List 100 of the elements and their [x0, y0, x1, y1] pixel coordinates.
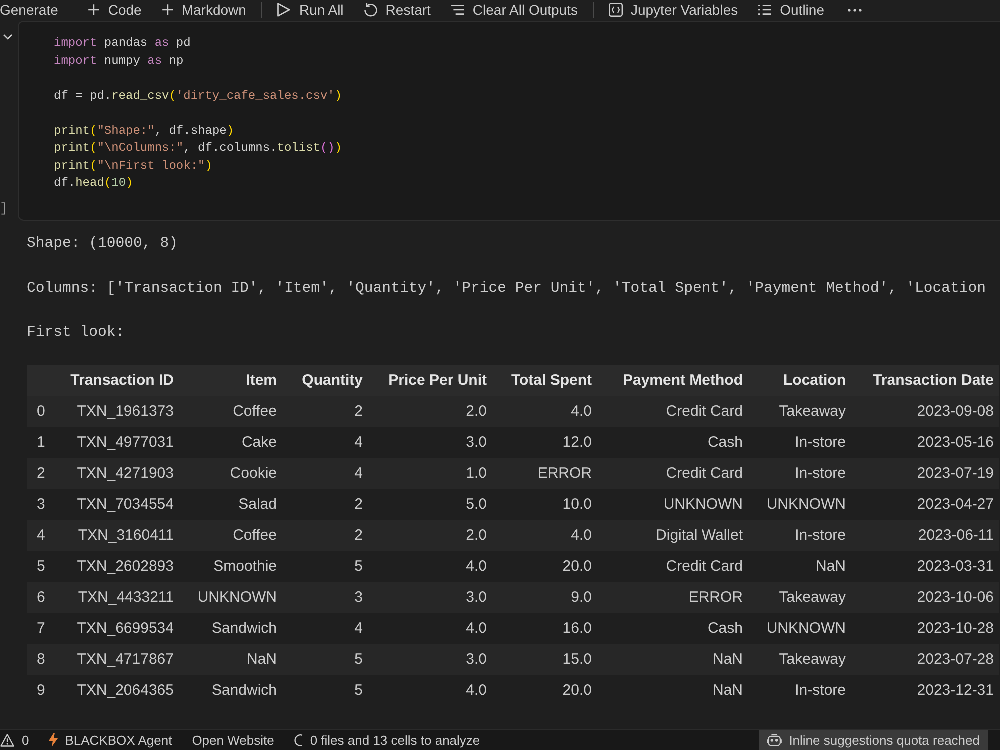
table-cell: 2.0 — [368, 520, 492, 552]
chevron-down-icon[interactable] — [3, 34, 13, 40]
table-cell: 4.0 — [368, 551, 492, 582]
table-cell: 20.0 — [492, 551, 597, 582]
problems-status-item[interactable]: 0 — [0, 730, 38, 750]
table-cell: Sandwich — [179, 613, 282, 644]
table-cell: 2023-10-28 — [851, 613, 999, 644]
table-cell: 2023-10-06 — [851, 582, 999, 614]
play-icon — [277, 3, 292, 17]
table-cell: Takeaway — [748, 396, 851, 428]
code-line: import numpy as np — [54, 52, 184, 70]
run-all-button[interactable]: Run All — [267, 0, 354, 20]
table-cell: 3 — [282, 582, 368, 614]
table-cell: 2023-07-19 — [851, 458, 999, 490]
restart-button[interactable]: Restart — [354, 0, 441, 20]
table-cell: 5 — [282, 644, 368, 676]
table-cell: Salad — [179, 489, 282, 520]
table-cell: 16.0 — [492, 613, 597, 644]
table-cell: 12.0 — [492, 427, 597, 458]
suggestions-status-item[interactable]: Inline suggestions quota reached — [759, 730, 988, 750]
column-header: Price Per Unit — [368, 365, 492, 396]
table-cell: 3.0 — [368, 427, 492, 458]
table-cell: In-store — [748, 675, 851, 706]
row-index: 0 — [27, 396, 55, 428]
spinner-icon — [294, 734, 304, 746]
open-website-link[interactable]: Open Website — [184, 730, 282, 750]
more-icon — [848, 8, 862, 12]
table-cell: NaN — [597, 644, 748, 676]
add-code-button[interactable]: Code — [78, 0, 152, 20]
code-line: import pandas as pd — [54, 35, 191, 52]
table-cell: 2023-09-08 — [851, 396, 999, 428]
table-cell: 4 — [282, 427, 368, 458]
table-cell: Credit Card — [597, 458, 748, 490]
row-index: 3 — [27, 489, 55, 520]
agent-status-item[interactable]: BLACKBOX Agent — [41, 730, 180, 750]
brackets-icon — [608, 3, 623, 17]
table-cell: 3.0 — [368, 582, 492, 614]
table-cell: Smoothie — [179, 551, 282, 582]
row-index: 6 — [27, 582, 55, 614]
analysis-status-item[interactable]: 0 files and 13 cells to analyze — [286, 730, 488, 750]
table-cell: TXN_2602893 — [55, 551, 179, 582]
add-markdown-button[interactable]: Markdown — [152, 0, 256, 20]
column-header: Payment Method — [597, 365, 748, 396]
table-cell: 5 — [282, 675, 368, 706]
row-index: 1 — [27, 427, 55, 458]
table-cell: NaN — [748, 551, 851, 582]
warning-icon — [0, 734, 15, 746]
table-cell: NaN — [179, 644, 282, 676]
table-cell: 4.0 — [492, 396, 597, 428]
plus-icon — [88, 4, 100, 16]
table-cell: TXN_4977031 — [55, 427, 179, 458]
lightning-icon — [49, 733, 58, 747]
clear-outputs-button[interactable]: Clear All Outputs — [440, 0, 588, 20]
table-cell: TXN_7034554 — [55, 489, 179, 520]
table-cell: 4.0 — [368, 675, 492, 706]
table-cell: 3.0 — [368, 644, 492, 676]
row-index: 4 — [27, 520, 55, 552]
table-cell: TXN_2064365 — [55, 675, 179, 706]
row-index: 8 — [27, 644, 55, 676]
table-cell: 2023-05-16 — [851, 427, 999, 458]
row-index: 5 — [27, 551, 55, 582]
table-cell: 5.0 — [368, 489, 492, 520]
output-line: Columns: ['Transaction ID', 'Item', 'Quantity', 'Price Per Unit', 'Total Spent', 'Payment Method', 'Location — [27, 280, 986, 298]
code-line: df = pd.read_csv('dirty_cafe_sales.csv') — [54, 88, 342, 104]
table-cell: 2023-03-31 — [851, 551, 999, 582]
table-cell: UNKNOWN — [748, 613, 851, 644]
column-header: Total Spent — [492, 365, 597, 396]
table-cell: Cash — [597, 427, 748, 458]
table-cell: 4.0 — [492, 520, 597, 552]
table-cell: TXN_6699534 — [55, 613, 179, 644]
column-header: Transaction Date — [851, 365, 999, 396]
code-line: print("Shape:", df.shape) — [54, 122, 234, 140]
table-cell: Coffee — [179, 520, 282, 552]
variables-button[interactable]: Jupyter Variables — [598, 0, 748, 20]
table-cell: ERROR — [492, 458, 597, 490]
outline-button[interactable]: Outline — [748, 0, 834, 20]
table-cell: 1.0 — [368, 458, 492, 490]
code-cell[interactable]: import pandas as pd import numpy as np df = pd.read_csv('dirty_cafe_sales.csv') print("Shape:", df.shape) print("\nColumns:", df.columns.tolist()) print("\nFirst look:") df.head(10) — [18, 21, 1000, 221]
table-cell: Cake — [179, 427, 282, 458]
table-cell: UNKNOWN — [597, 489, 748, 520]
generate-button[interactable]: Generate — [0, 0, 68, 20]
table-cell: ERROR — [597, 582, 748, 614]
table-cell: 15.0 — [492, 644, 597, 676]
table-cell: NaN — [597, 675, 748, 706]
table-cell: Digital Wallet — [597, 520, 748, 552]
table-cell: In-store — [748, 458, 851, 490]
table-cell: Credit Card — [597, 551, 748, 582]
table-cell: TXN_4271903 — [55, 458, 179, 490]
table-cell: 10.0 — [492, 489, 597, 520]
table-cell: 2 — [282, 489, 368, 520]
table-cell: 2023-06-11 — [851, 520, 999, 552]
table-cell: TXN_1961373 — [55, 396, 179, 428]
code-line: print("\nFirst look:") — [54, 158, 212, 174]
code-line: print("\nColumns:", df.columns.tolist()) — [54, 140, 342, 157]
table-cell: Cookie — [179, 458, 282, 490]
table-cell: In-store — [748, 427, 851, 458]
plus-icon — [162, 4, 174, 16]
list-icon — [758, 3, 772, 17]
table-cell: 9.0 — [492, 582, 597, 614]
table-cell: 4.0 — [368, 613, 492, 644]
